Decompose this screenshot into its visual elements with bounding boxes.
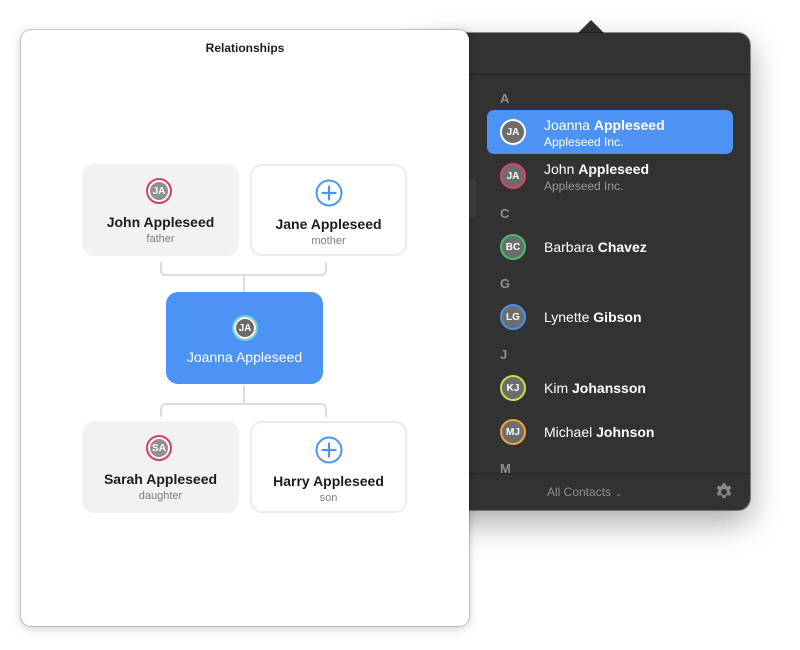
gear-icon[interactable] (714, 482, 734, 502)
contact-row-kim-johansson[interactable]: KJ Kim Johansson (487, 366, 733, 410)
relation-name: John Appleseed (106, 214, 215, 230)
relation-name: Jane Appleseed (275, 216, 382, 232)
contacts-scope-select[interactable]: All Contacts ⌄ (547, 485, 623, 499)
contact-row-michael-johnson[interactable]: MJ Michael Johnson (487, 410, 733, 454)
contact-company: Appleseed Inc. (544, 135, 624, 149)
card-title: Relationships (205, 41, 285, 55)
avatar: JA (232, 315, 258, 341)
popover-footer: All Contacts ⌄ (430, 473, 750, 510)
contact-name: Joanna Appleseed (544, 117, 665, 133)
relation-role: daughter (138, 490, 183, 502)
chevron-down-icon: ⌄ (615, 488, 623, 498)
avatar: LG (500, 304, 526, 330)
section-header-j: J (500, 347, 508, 362)
section-header-g: G (500, 276, 511, 291)
relation-name: Harry Appleseed (273, 473, 384, 489)
relationships-card: Relationships JA John Appleseed father J… (21, 30, 469, 626)
contact-name: Michael Johnson (544, 424, 655, 440)
relation-role: father (146, 233, 175, 245)
relation-name: Sarah Appleseed (103, 471, 218, 487)
avatar: JA (146, 178, 172, 204)
avatar: JA (500, 119, 526, 145)
avatar: BC (500, 234, 526, 260)
contacts-popover: A JA Joanna Appleseed Appleseed Inc. JA … (430, 33, 750, 510)
contact-row-joanna-appleseed[interactable]: JA Joanna Appleseed Appleseed Inc. (487, 110, 733, 154)
add-icon[interactable] (315, 436, 343, 464)
avatar: KJ (500, 375, 526, 401)
section-header-c: C (500, 206, 510, 221)
section-header-a: A (500, 91, 510, 106)
relation-card-daughter[interactable]: SA Sarah Appleseed daughter (82, 421, 239, 513)
avatar: SA (146, 435, 172, 461)
avatar: MJ (500, 419, 526, 445)
contact-name: Kim Johansson (544, 380, 646, 396)
contact-row-barbara-chavez[interactable]: BC Barbara Chavez (487, 225, 733, 269)
popover-arrow (578, 20, 604, 33)
add-icon[interactable] (315, 179, 343, 207)
avatar: JA (500, 163, 526, 189)
relation-card-mother[interactable]: Jane Appleseed mother (250, 164, 407, 256)
contact-name: Barbara Chavez (544, 239, 647, 255)
relation-card-self[interactable]: JA Joanna Appleseed (166, 292, 323, 384)
contact-row-lynette-gibson[interactable]: LG Lynette Gibson (487, 295, 733, 339)
relation-card-father[interactable]: JA John Appleseed father (82, 164, 239, 256)
scope-label: All Contacts (547, 485, 612, 499)
contact-row-john-appleseed[interactable]: JA John Appleseed Appleseed Inc. (487, 154, 733, 198)
popover-header (430, 33, 750, 75)
relation-card-son[interactable]: Harry Appleseed son (250, 421, 407, 513)
contact-name: Lynette Gibson (544, 309, 642, 325)
contact-company: Appleseed Inc. (544, 179, 624, 193)
background-scroll-mark (468, 178, 476, 218)
relation-role: mother (311, 235, 346, 247)
self-name: Joanna Appleseed (186, 349, 303, 365)
contact-name: John Appleseed (544, 161, 650, 177)
relation-role: son (319, 492, 338, 504)
